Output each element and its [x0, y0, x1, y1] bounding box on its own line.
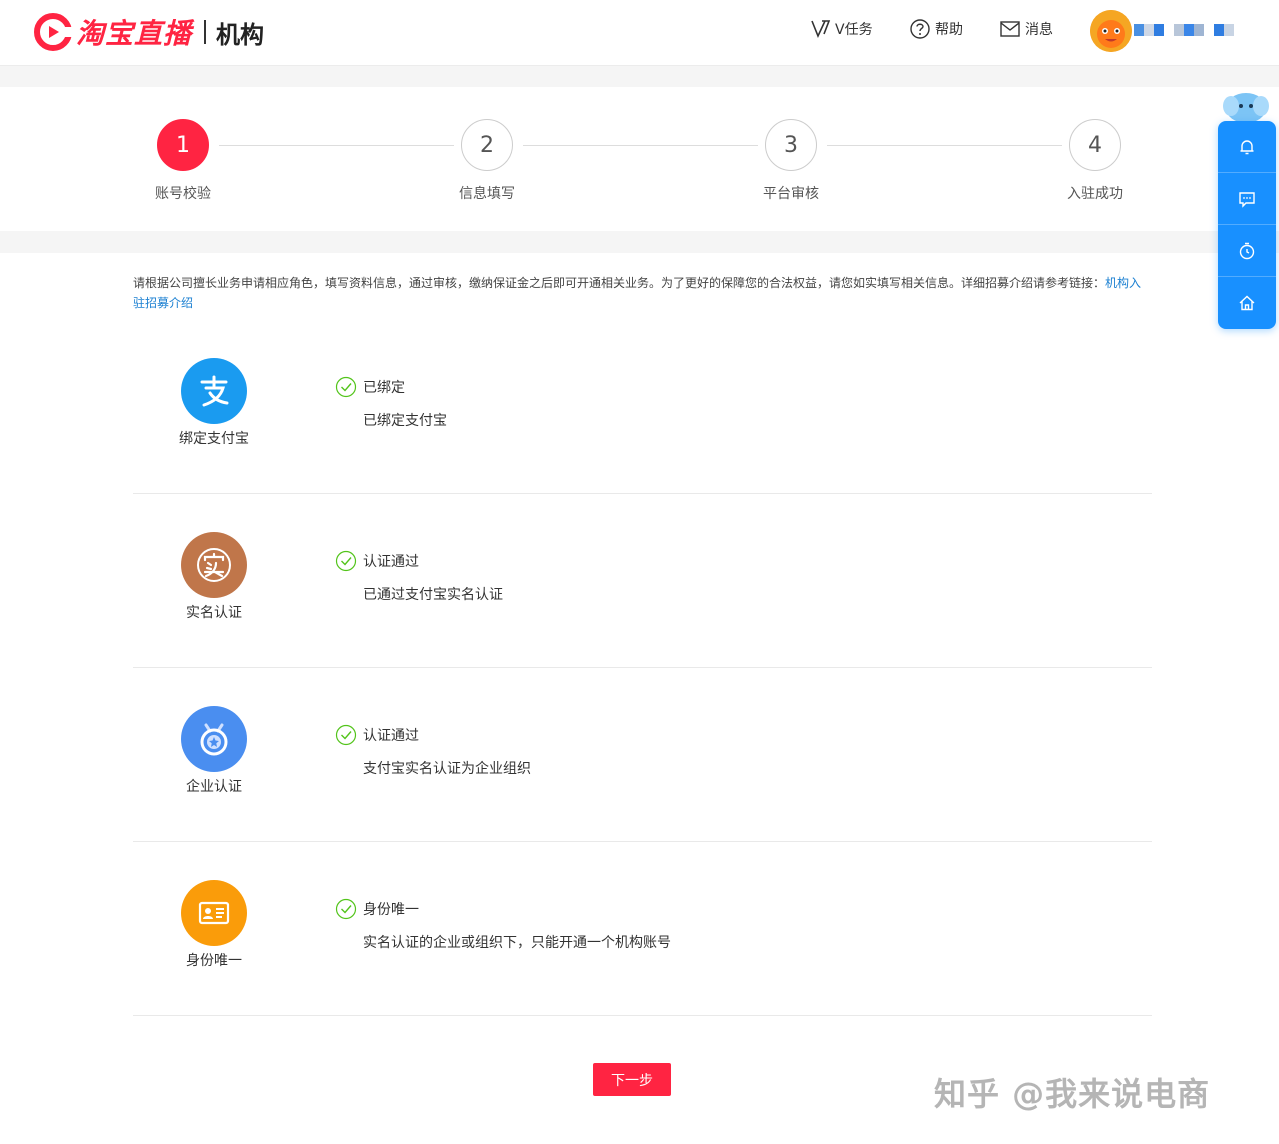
- check-item-identity: 身份唯一 身份唯一 实名认证的企业或组织下，只能开通一个机构账号: [133, 842, 1152, 1016]
- float-home-button[interactable]: [1218, 277, 1276, 329]
- step-label: 平台审核: [763, 186, 819, 202]
- item-title: 绑定支付宝: [179, 431, 249, 447]
- main-panel: 请根据公司擅长业务申请相应角色，填写资料信息，通过审核，缴纳保证金之后即可开通相…: [0, 253, 1279, 1144]
- item-title: 实名认证: [186, 605, 242, 621]
- floating-toolbar: [1218, 121, 1276, 329]
- logo-subtitle: 机构: [216, 20, 265, 49]
- bell-icon: [1240, 139, 1254, 154]
- check-circle-icon: [335, 898, 357, 920]
- step-number: 4: [1069, 119, 1121, 171]
- timer-icon: [1239, 242, 1255, 259]
- item-status: 身份唯一: [335, 898, 419, 920]
- user-avatar[interactable]: [1090, 10, 1132, 52]
- alipay-icon-wrap: [181, 358, 247, 424]
- chat-icon: [1239, 191, 1255, 208]
- next-step-button[interactable]: 下一步: [593, 1063, 671, 1096]
- avatar-face-icon: [1090, 10, 1132, 52]
- check-item-enterprise: 企业认证 认证通过 支付宝实名认证为企业组织: [133, 668, 1152, 842]
- v-task-icon: [811, 20, 831, 39]
- watermark: 知乎 @我来说电商: [934, 1075, 1211, 1113]
- alipay-icon: [200, 375, 229, 407]
- check-item-alipay: 绑定支付宝 已绑定 已绑定支付宝: [133, 320, 1152, 494]
- realname-icon: [197, 548, 231, 582]
- float-notification-button[interactable]: [1218, 121, 1276, 173]
- item-title: 企业认证: [186, 779, 242, 795]
- step-number: 2: [461, 119, 513, 171]
- nav-vtask-label: V任务: [835, 22, 873, 38]
- enterprise-icon-wrap: [181, 706, 247, 772]
- logo-divider: [204, 20, 207, 44]
- logo-text: 淘宝直播: [76, 17, 193, 50]
- logo[interactable]: 淘宝直播 机构: [34, 12, 264, 52]
- step-platform-review: 3 平台审核: [731, 119, 851, 203]
- item-status-text: 已绑定: [363, 380, 405, 396]
- username-blurred[interactable]: [1134, 18, 1254, 44]
- check-circle-icon: [335, 376, 357, 398]
- item-description: 实名认证的企业或组织下，只能开通一个机构账号: [363, 935, 671, 951]
- step-number: 3: [765, 119, 817, 171]
- id-card-icon-wrap: [181, 880, 247, 946]
- item-description: 支付宝实名认证为企业组织: [363, 761, 531, 777]
- step-number: 1: [157, 119, 209, 171]
- id-card-icon: [198, 901, 230, 925]
- step-connector: [827, 145, 1062, 146]
- check-circle-icon: [335, 724, 357, 746]
- taobao-live-logo-icon: [34, 13, 72, 51]
- item-status: 已绑定: [335, 376, 405, 398]
- mail-icon: [1000, 21, 1020, 37]
- step-settled-success: 4 入驻成功: [1035, 119, 1155, 203]
- item-description: 已通过支付宝实名认证: [363, 587, 503, 603]
- item-status-text: 认证通过: [363, 728, 419, 744]
- top-header: 淘宝直播 机构 V任务 帮助 消息: [0, 0, 1279, 66]
- float-timer-button[interactable]: [1218, 225, 1276, 277]
- home-icon: [1239, 295, 1255, 311]
- intro-body: 请根据公司擅长业务申请相应角色，填写资料信息，通过审核，缴纳保证金之后即可开通相…: [133, 276, 1106, 290]
- step-info-fill: 2 信息填写: [427, 119, 547, 203]
- step-label: 账号校验: [155, 186, 211, 202]
- float-chat-button[interactable]: [1218, 173, 1276, 225]
- step-label: 入驻成功: [1067, 186, 1123, 202]
- item-status-text: 认证通过: [363, 554, 419, 570]
- nav-message-label: 消息: [1025, 22, 1053, 38]
- step-label: 信息填写: [459, 186, 515, 202]
- step-connector: [219, 145, 454, 146]
- step-connector: [523, 145, 758, 146]
- nav-message[interactable]: 消息: [999, 18, 1053, 40]
- elephant-mascot-icon: [1223, 93, 1269, 124]
- item-status: 认证通过: [335, 724, 419, 746]
- item-title: 身份唯一: [186, 953, 242, 969]
- check-item-realname: 实名认证 认证通过 已通过支付宝实名认证: [133, 494, 1152, 668]
- help-icon: [910, 19, 930, 39]
- enterprise-badge-icon: [200, 723, 228, 756]
- nav-help[interactable]: 帮助: [909, 18, 963, 40]
- progress-stepper: 1 账号校验 2 信息填写 3 平台审核 4 入驻成功: [0, 87, 1279, 231]
- realname-icon-wrap: [181, 532, 247, 598]
- nav-vtask[interactable]: V任务: [809, 18, 873, 40]
- nav-help-label: 帮助: [935, 22, 963, 38]
- check-circle-icon: [335, 550, 357, 572]
- step-account-verify: 1 账号校验: [123, 119, 243, 203]
- item-status: 认证通过: [335, 550, 419, 572]
- item-description: 已绑定支付宝: [363, 413, 447, 429]
- intro-text: 请根据公司擅长业务申请相应角色，填写资料信息，通过审核，缴纳保证金之后即可开通相…: [133, 273, 1153, 313]
- item-status-text: 身份唯一: [363, 902, 419, 918]
